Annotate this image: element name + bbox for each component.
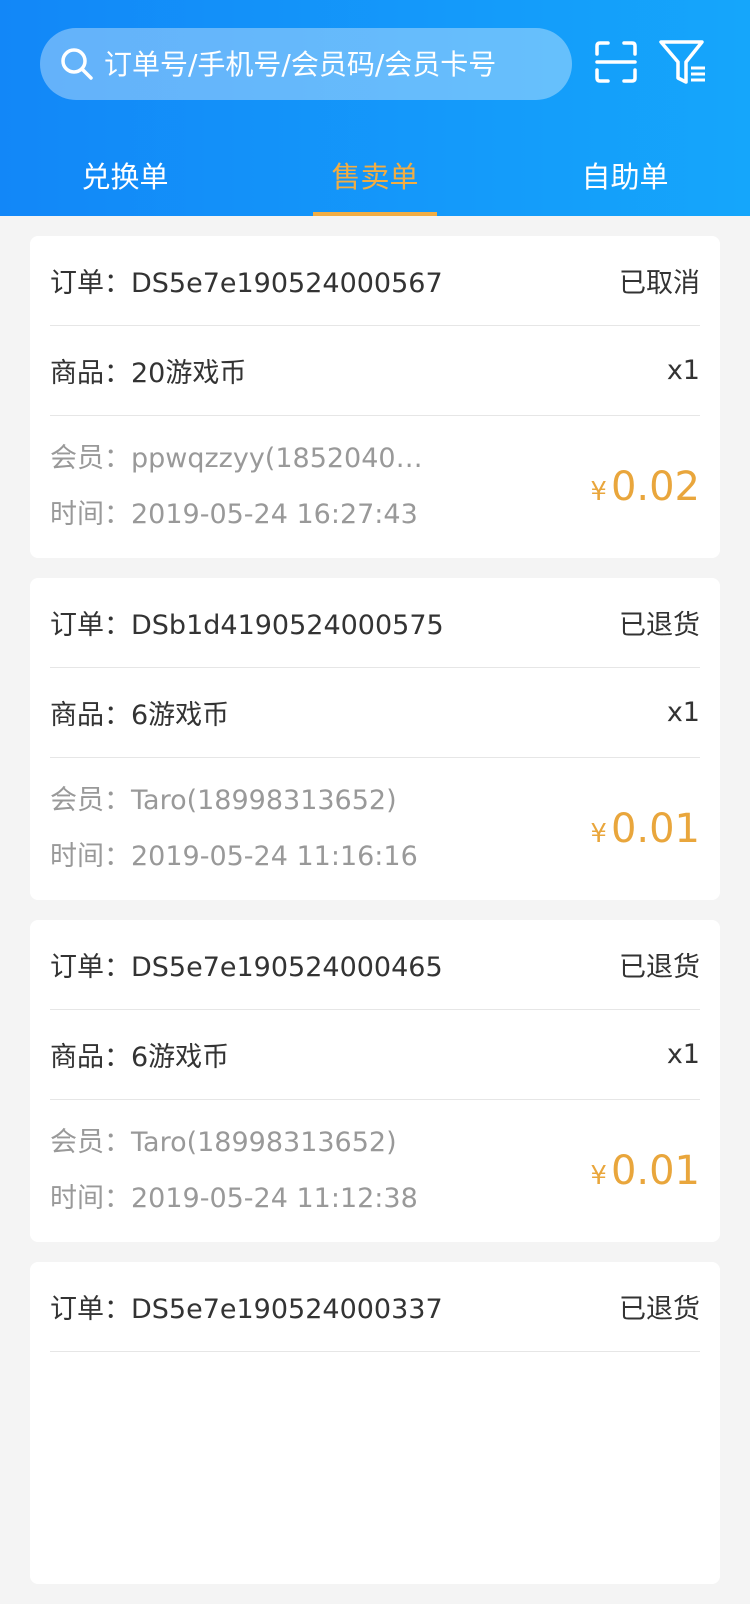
order-number-value: DS5e7e190524000567	[131, 268, 443, 299]
product-label: 商品：	[50, 358, 131, 389]
member-value: Taro(18998313652)	[131, 1127, 397, 1158]
member-time-block: 会员：ppwqzzyy(18520405... 时间：2019-05-24 16…	[50, 431, 430, 543]
member-time-row: 会员：Taro(18998313652) 时间：2019-05-24 11:16…	[50, 758, 700, 900]
tab-exchange[interactable]: 兑换单	[0, 136, 250, 216]
tab-sale[interactable]: 售卖单	[250, 136, 500, 216]
time-label: 时间：	[50, 499, 131, 530]
product-name: 商品：6游戏币	[50, 693, 229, 732]
product-quantity: x1	[666, 1039, 700, 1070]
order-number: 订单：DS5e7e190524000567	[50, 261, 443, 300]
product-quantity: x1	[666, 697, 700, 728]
product-name: 商品：6游戏币	[50, 1035, 229, 1074]
member-info: 会员：ppwqzzyy(18520405...	[50, 431, 430, 487]
order-list: 订单：DS5e7e190524000567 已取消 商品：20游戏币 x1 会员…	[30, 236, 720, 1604]
order-number: 订单：DSb1d4190524000575	[50, 603, 444, 642]
product-value: 6游戏币	[131, 1042, 230, 1073]
currency-symbol: ¥	[590, 477, 607, 507]
search-icon	[61, 48, 93, 80]
currency-symbol: ¥	[590, 819, 607, 849]
order-price: ¥0.02	[590, 464, 700, 510]
order-row: 订单：DS5e7e190524000567 已取消	[50, 236, 700, 326]
time-label: 时间：	[50, 1183, 131, 1214]
product-value: 20游戏币	[131, 358, 247, 389]
time-value: 2019-05-24 11:16:16	[131, 841, 418, 872]
price-value: 0.02	[610, 464, 700, 510]
member-time-row: 会员：ppwqzzyy(18520405... 时间：2019-05-24 16…	[50, 416, 700, 558]
order-row: 订单：DS5e7e190524000465 已退货	[50, 920, 700, 1010]
order-status: 已退货	[619, 610, 700, 641]
member-time-row: 会员：Taro(18998313652) 时间：2019-05-24 11:12…	[50, 1100, 700, 1242]
time-label: 时间：	[50, 841, 131, 872]
order-number-value: DS5e7e190524000337	[131, 1294, 443, 1325]
member-value: Taro(18998313652)	[131, 785, 397, 816]
time-value: 2019-05-24 11:12:38	[131, 1183, 418, 1214]
order-status: 已退货	[619, 952, 700, 983]
product-quantity: x1	[666, 355, 700, 386]
time-value: 2019-05-24 16:27:43	[131, 499, 418, 530]
member-info: 会员：Taro(18998313652)	[50, 1115, 430, 1171]
member-label: 会员：	[50, 785, 131, 816]
tab-self-service[interactable]: 自助单	[500, 136, 750, 216]
price-value: 0.01	[610, 806, 700, 852]
order-tabs: 兑换单 售卖单 自助单	[0, 136, 750, 216]
product-label: 商品：	[50, 1042, 131, 1073]
order-card[interactable]: 订单：DS5e7e190524000465 已退货 商品：6游戏币 x1 会员：…	[30, 920, 720, 1242]
order-label: 订单：	[50, 268, 131, 299]
product-row: 商品：20游戏币 x1	[50, 326, 700, 416]
search-bar[interactable]	[40, 28, 572, 100]
member-info: 会员：Taro(18998313652)	[50, 773, 430, 829]
order-label: 订单：	[50, 1294, 131, 1325]
member-label: 会员：	[50, 443, 131, 474]
order-row: 订单：DS5e7e190524000337 已退货	[50, 1262, 700, 1352]
order-price: ¥0.01	[590, 806, 700, 852]
order-status: 已退货	[619, 1294, 700, 1325]
order-status: 已取消	[619, 268, 700, 299]
order-card[interactable]: 订单：DSb1d4190524000575 已退货 商品：6游戏币 x1 会员：…	[30, 578, 720, 900]
product-value: 6游戏币	[131, 700, 230, 731]
member-time-block: 会员：Taro(18998313652) 时间：2019-05-24 11:16…	[50, 773, 430, 885]
search-input[interactable]	[102, 33, 546, 95]
product-label: 商品：	[50, 700, 131, 731]
member-time-block: 会员：Taro(18998313652) 时间：2019-05-24 11:12…	[50, 1115, 430, 1227]
member-value: ppwqzzyy(18520405...	[131, 443, 430, 474]
order-card[interactable]: 订单：DS5e7e190524000337 已退货	[30, 1262, 720, 1584]
product-row: 商品：6游戏币 x1	[50, 1010, 700, 1100]
filter-icon[interactable]	[658, 38, 708, 88]
order-number-value: DS5e7e190524000465	[131, 952, 443, 983]
order-label: 订单：	[50, 952, 131, 983]
order-number-value: DSb1d4190524000575	[131, 610, 444, 641]
order-number: 订单：DS5e7e190524000337	[50, 1287, 443, 1326]
product-name: 商品：20游戏币	[50, 351, 246, 390]
order-time: 时间：2019-05-24 16:27:43	[50, 487, 430, 543]
member-label: 会员：	[50, 1127, 131, 1158]
scan-icon[interactable]	[594, 40, 638, 84]
order-card[interactable]: 订单：DS5e7e190524000567 已取消 商品：20游戏币 x1 会员…	[30, 236, 720, 558]
order-label: 订单：	[50, 610, 131, 641]
price-value: 0.01	[610, 1148, 700, 1194]
order-time: 时间：2019-05-24 11:12:38	[50, 1171, 430, 1227]
product-row: 商品：6游戏币 x1	[50, 668, 700, 758]
order-row: 订单：DSb1d4190524000575 已退货	[50, 578, 700, 668]
order-price: ¥0.01	[590, 1148, 700, 1194]
header: 兑换单 售卖单 自助单	[0, 0, 750, 216]
order-time: 时间：2019-05-24 11:16:16	[50, 829, 430, 885]
currency-symbol: ¥	[590, 1161, 607, 1191]
order-number: 订单：DS5e7e190524000465	[50, 945, 443, 984]
